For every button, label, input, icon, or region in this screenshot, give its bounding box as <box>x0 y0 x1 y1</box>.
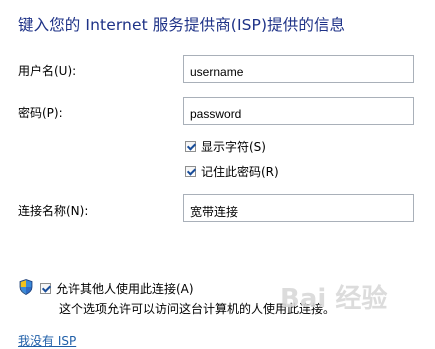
checkbox-checked-icon <box>185 166 196 177</box>
no-isp-link[interactable]: 我没有 ISP <box>18 332 76 349</box>
checkbox-checked-icon <box>40 283 51 294</box>
show-characters-checkbox[interactable]: 显示字符(S) <box>185 138 266 155</box>
username-field[interactable] <box>183 55 414 83</box>
allow-others-label: 允许其他人使用此连接(A) <box>56 282 194 296</box>
password-field[interactable] <box>183 97 414 125</box>
connection-name-label: 连接名称(N): <box>18 204 89 218</box>
password-label: 密码(P): <box>18 106 63 120</box>
uac-shield-icon <box>19 279 33 295</box>
username-label: 用户名(U): <box>18 64 77 78</box>
connection-name-field[interactable] <box>183 194 414 222</box>
checkbox-checked-icon <box>185 141 196 152</box>
show-characters-label: 显示字符(S) <box>201 140 266 154</box>
remember-password-label: 记住此密码(R) <box>201 165 279 179</box>
page-title: 键入您的 Internet 服务提供商(ISP)提供的信息 <box>18 16 346 34</box>
remember-password-checkbox[interactable]: 记住此密码(R) <box>185 163 279 180</box>
allow-others-checkbox[interactable]: 允许其他人使用此连接(A) <box>40 280 194 297</box>
watermark-logo: Bai 经验 <box>280 284 388 314</box>
